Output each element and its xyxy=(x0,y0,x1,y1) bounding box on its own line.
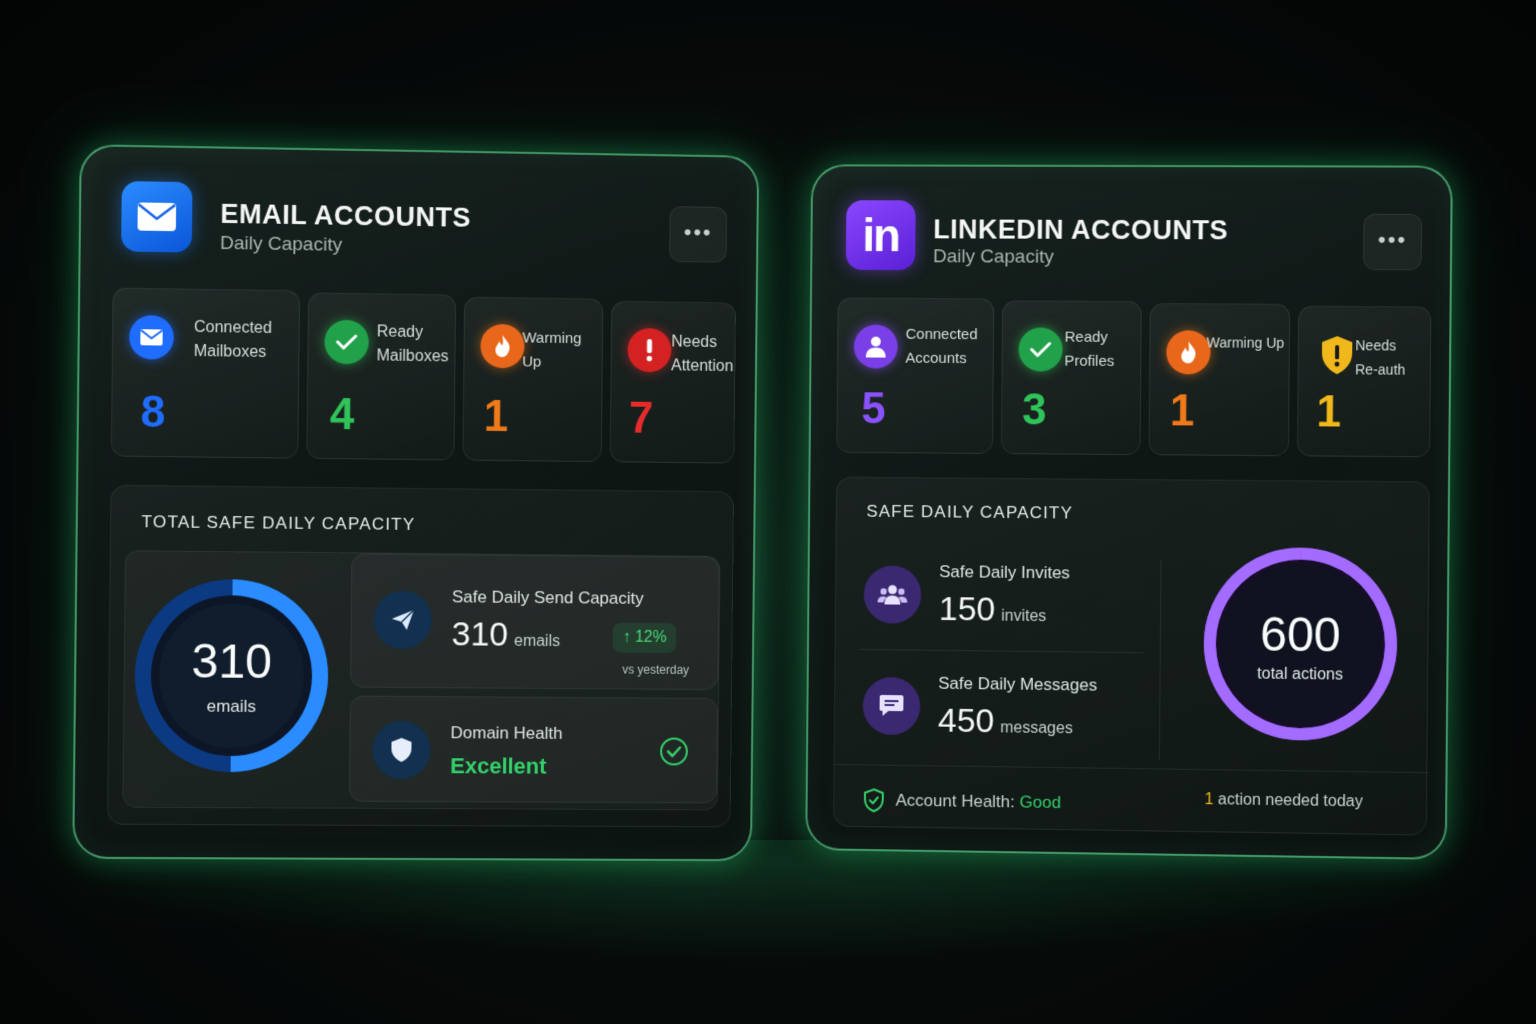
arrow-up-icon: ↑ xyxy=(622,628,636,646)
safe-capacity-section: SAFE DAILY CAPACITY Safe Daily Invites 1… xyxy=(833,476,1430,836)
donut-label: total actions xyxy=(1257,665,1344,684)
divider xyxy=(834,763,1429,774)
donut-value: 310 xyxy=(191,635,273,690)
panel-title: EMAIL ACCOUNTS xyxy=(220,198,472,233)
shield-warning-icon xyxy=(1315,333,1360,377)
user-icon xyxy=(853,324,898,369)
send-capacity-label: Safe Daily Send Capacity xyxy=(451,587,644,608)
stat-label: Ready Profiles xyxy=(1064,328,1115,370)
linkedin-logo-icon: in xyxy=(845,200,916,271)
trend-badge: ↑ 12% xyxy=(612,622,677,653)
stat-card-ready-profiles[interactable]: Ready Profiles 3 xyxy=(1000,300,1142,456)
messages-value: 450 messages xyxy=(937,701,1073,741)
section-title: SAFE DAILY CAPACITY xyxy=(866,501,1074,523)
stat-label: Connected Accounts xyxy=(905,325,978,368)
invites-value: 150 invites xyxy=(938,590,1047,629)
message-icon xyxy=(862,676,921,736)
check-circle-icon xyxy=(659,736,689,771)
send-capacity-card: Safe Daily Send Capacity 310 emails ↑ 12%… xyxy=(350,553,720,691)
stat-label: Needs Re-auth xyxy=(1355,337,1406,378)
flame-icon xyxy=(480,323,525,369)
shield-check-icon xyxy=(864,788,884,817)
stat-card-warming-up[interactable]: Warming Up 1 xyxy=(1148,303,1291,457)
stat-value: 1 xyxy=(1316,387,1342,437)
stat-card-warming-up[interactable]: Warming Up 1 xyxy=(462,296,604,463)
stat-label: Warming Up xyxy=(522,329,582,371)
divider xyxy=(1158,560,1162,761)
email-accounts-panel: EMAIL ACCOUNTS Daily Capacity ••• Connec… xyxy=(72,144,760,862)
checkmark-icon xyxy=(324,319,369,365)
section-title: TOTAL SAFE DAILY CAPACITY xyxy=(141,512,416,534)
stat-value: 7 xyxy=(628,393,654,443)
panel-subtitle: Daily Capacity xyxy=(219,232,343,256)
domain-health-value: Excellent xyxy=(450,753,547,779)
donut-label: emails xyxy=(206,696,257,716)
stat-value: 8 xyxy=(140,387,166,438)
flame-icon xyxy=(1166,330,1211,375)
stat-value: 4 xyxy=(329,389,355,440)
stat-label: Connected Mailboxes xyxy=(193,318,272,361)
stat-label: Needs Attention xyxy=(670,333,734,376)
stat-value: 3 xyxy=(1021,385,1047,435)
messages-label: Safe Daily Messages xyxy=(938,673,1098,695)
people-icon xyxy=(863,565,922,624)
stat-label: Ready Mailboxes xyxy=(376,323,449,366)
account-health: Account Health: Good xyxy=(895,790,1061,813)
trend-note: vs yesterday xyxy=(622,662,690,677)
domain-health-label: Domain Health xyxy=(450,723,563,743)
panel-subtitle: Daily Capacity xyxy=(932,246,1054,268)
stat-value: 1 xyxy=(1169,386,1195,436)
panel-title: LINKEDIN ACCOUNTS xyxy=(933,214,1229,246)
divider xyxy=(859,648,1144,654)
email-logo-icon xyxy=(121,181,193,253)
domain-health-card: Domain Health Excellent xyxy=(348,695,719,804)
stat-label: Warming Up xyxy=(1206,334,1285,351)
envelope-icon xyxy=(129,314,174,360)
donut-value: 600 xyxy=(1259,608,1341,663)
stat-card-needs-attention[interactable]: Needs Attention 7 xyxy=(609,300,736,464)
checkmark-icon xyxy=(1018,327,1063,372)
stat-value: 5 xyxy=(861,384,886,434)
action-needed-note[interactable]: 1 action needed today xyxy=(1204,791,1362,811)
exclamation-icon xyxy=(627,327,672,373)
more-options-button[interactable]: ••• xyxy=(1363,213,1423,271)
more-options-button[interactable]: ••• xyxy=(669,206,728,263)
stat-value: 1 xyxy=(483,391,509,442)
stat-card-connected-accounts[interactable]: Connected Accounts 5 xyxy=(836,297,995,454)
stat-card-ready-mailboxes[interactable]: Ready Mailboxes 4 xyxy=(306,292,457,461)
send-capacity-value: 310 emails xyxy=(451,615,561,654)
invites-label: Safe Daily Invites xyxy=(939,562,1070,583)
capacity-inner-box: 310 emails Safe Daily Send Capacity 310 e… xyxy=(122,550,721,811)
linkedin-accounts-panel: in LINKEDIN ACCOUNTS Daily Capacity ••• … xyxy=(805,164,1453,860)
paper-plane-icon xyxy=(373,590,433,650)
shield-icon xyxy=(372,720,431,780)
stat-card-needs-reauth[interactable]: Needs Re-auth 1 xyxy=(1296,305,1432,458)
stat-card-connected-mailboxes[interactable]: Connected Mailboxes 8 xyxy=(110,287,301,459)
total-capacity-section: TOTAL SAFE DAILY CAPACITY 310 emails Saf… xyxy=(106,484,735,828)
